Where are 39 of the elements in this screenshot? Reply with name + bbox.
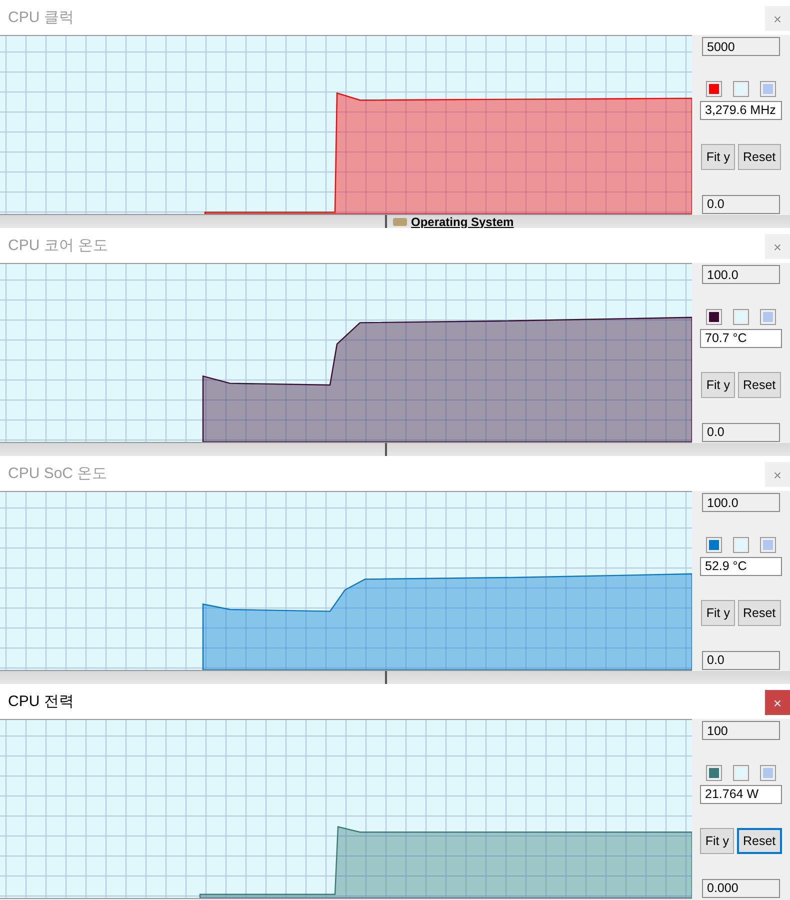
close-button[interactable]: × (765, 690, 790, 715)
color-swatch[interactable] (733, 536, 749, 553)
current-value: 3,279.6 MHz (700, 100, 782, 120)
color-swatch[interactable] (760, 764, 776, 781)
color-swatch[interactable] (733, 308, 749, 325)
reset-button[interactable]: Reset (738, 372, 781, 398)
color-swatch[interactable] (733, 80, 749, 97)
color-swatch[interactable] (760, 80, 776, 97)
reset-button[interactable]: Reset (736, 828, 782, 854)
max-field[interactable]: 100 (702, 721, 780, 740)
max-field[interactable]: 100.0 (702, 493, 780, 512)
window-title: CPU 코어 온도 (8, 236, 108, 255)
reset-button[interactable]: Reset (738, 600, 781, 626)
window-title: CPU SoC 온도 (8, 464, 108, 483)
color-swatch[interactable] (706, 80, 722, 97)
min-field[interactable]: 0.0 (702, 422, 780, 442)
color-swatch[interactable] (760, 536, 776, 553)
min-field[interactable]: 0.0 (702, 650, 780, 670)
current-value: 52.9 °C (700, 556, 782, 576)
tree-link[interactable]: Operating System (411, 216, 514, 228)
max-field[interactable]: 100.0 (702, 265, 780, 284)
window-title: CPU 클럭 (8, 8, 74, 27)
fit-y-button[interactable]: Fit y (701, 372, 735, 398)
min-field[interactable]: 0.0 (702, 194, 780, 214)
min-field[interactable]: 0.000 (702, 878, 780, 898)
color-swatch[interactable] (706, 764, 722, 781)
current-value: 21.764 W (700, 784, 782, 804)
fit-y-button[interactable]: Fit y (701, 600, 735, 626)
max-field[interactable]: 5000 (702, 37, 780, 56)
color-swatch[interactable] (706, 536, 722, 553)
fit-y-button[interactable]: Fit y (701, 144, 735, 170)
current-value: 70.7 °C (700, 328, 782, 348)
reset-button[interactable]: Reset (738, 144, 781, 170)
window-title: CPU 전력 (8, 692, 74, 711)
color-swatch[interactable] (706, 308, 722, 325)
folder-icon (393, 218, 407, 226)
fit-y-button[interactable]: Fit y (700, 828, 734, 854)
color-swatch[interactable] (760, 308, 776, 325)
color-swatch[interactable] (733, 764, 749, 781)
